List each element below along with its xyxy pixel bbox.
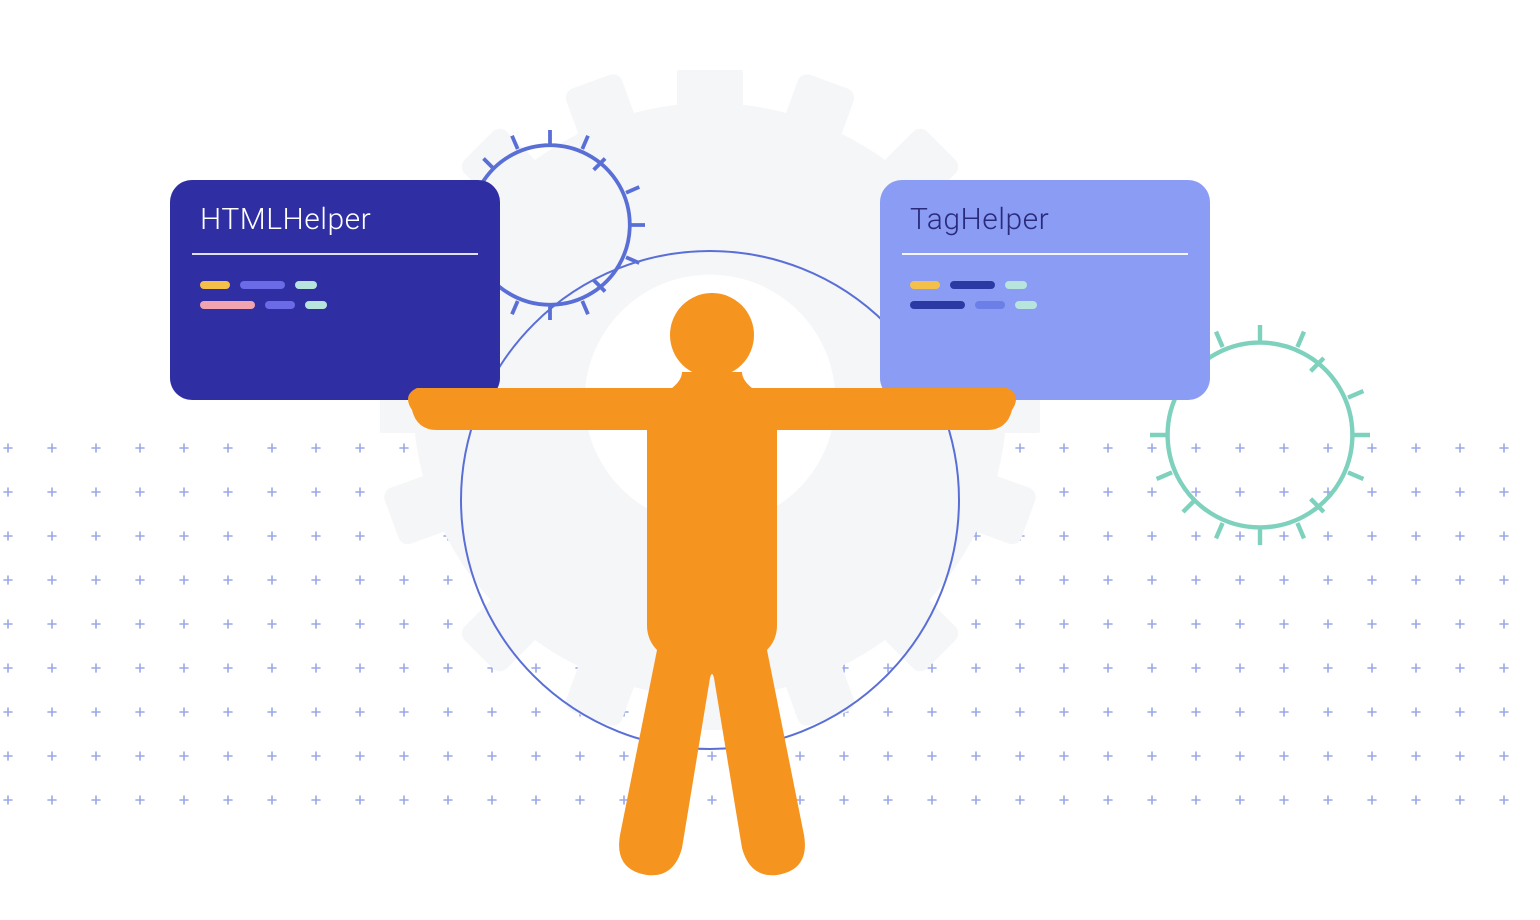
code-token bbox=[265, 301, 295, 309]
code-token bbox=[200, 281, 230, 289]
accessibility-person-icon bbox=[372, 280, 1052, 890]
diagram-stage: HTMLHelper TagHelper bbox=[0, 0, 1540, 920]
code-token bbox=[305, 301, 327, 309]
code-token bbox=[295, 281, 317, 289]
code-token bbox=[200, 301, 255, 309]
card-title: TagHelper bbox=[880, 180, 1210, 253]
code-token bbox=[240, 281, 285, 289]
card-title: HTMLHelper bbox=[170, 180, 500, 253]
